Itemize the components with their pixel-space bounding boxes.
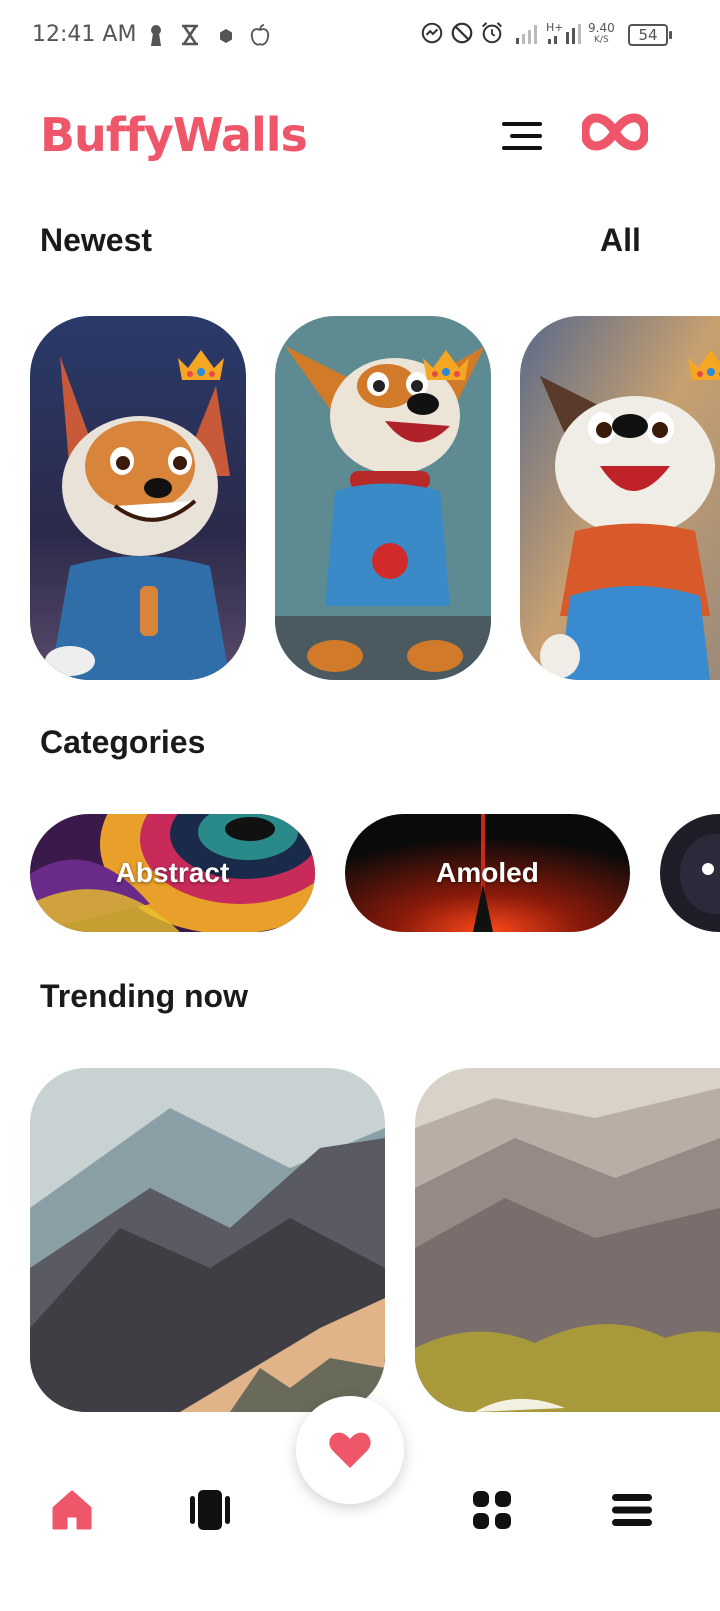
net-speed-unit: K/S bbox=[594, 35, 609, 45]
category-label: Abstract bbox=[115, 857, 230, 888]
see-all-button[interactable]: All bbox=[600, 222, 641, 259]
sync-icon bbox=[421, 22, 443, 44]
keyhole-icon bbox=[151, 25, 161, 46]
status-bar: 12:41 AM H+ 9.40 K/S 54 bbox=[0, 0, 720, 72]
category-thumbnail bbox=[660, 814, 720, 932]
svg-text:H+: H+ bbox=[546, 21, 564, 34]
favorites-button[interactable] bbox=[296, 1396, 404, 1504]
section-title-categories: Categories bbox=[40, 724, 206, 760]
section-title-trending: Trending now bbox=[40, 978, 248, 1014]
menu-icon[interactable] bbox=[498, 116, 546, 156]
battery-indicator: 54 bbox=[628, 24, 672, 46]
alarm-icon bbox=[482, 22, 502, 44]
category-item[interactable] bbox=[660, 814, 720, 932]
more-icon[interactable] bbox=[610, 1488, 654, 1532]
hourglass-icon bbox=[182, 24, 198, 46]
mountain-wallpaper-2 bbox=[415, 1068, 720, 1412]
status-time: 12:41 AM bbox=[32, 22, 137, 47]
signal-icon bbox=[516, 25, 537, 44]
trending-card[interactable] bbox=[415, 1068, 720, 1412]
apple-icon bbox=[250, 24, 270, 46]
trending-card[interactable] bbox=[30, 1068, 385, 1412]
hplus-signal-icon: H+ bbox=[546, 21, 581, 44]
mountain-wallpaper-1 bbox=[30, 1068, 385, 1412]
favorites-icon bbox=[329, 1432, 371, 1468]
net-speed: 9.40 K/S bbox=[588, 22, 615, 46]
category-amoled[interactable]: Amoled bbox=[345, 814, 630, 932]
infinity-icon[interactable] bbox=[582, 108, 648, 156]
net-speed-value: 9.40 bbox=[588, 21, 615, 35]
premium-crown-icon bbox=[423, 350, 469, 380]
categories-icon[interactable] bbox=[470, 1488, 514, 1532]
app-title: BuffyWalls bbox=[40, 108, 308, 162]
premium-crown-icon bbox=[178, 350, 224, 380]
do-not-disturb-icon bbox=[451, 22, 473, 44]
home-icon[interactable] bbox=[50, 1488, 94, 1532]
premium-crown-icon bbox=[688, 350, 720, 380]
section-title-newest: Newest bbox=[40, 222, 153, 258]
wallpaper-card[interactable] bbox=[275, 316, 491, 680]
wallpapers-icon[interactable] bbox=[188, 1488, 232, 1532]
category-abstract[interactable]: Abstract bbox=[30, 814, 315, 932]
category-label: Amoled bbox=[436, 857, 539, 888]
wallpaper-card[interactable] bbox=[520, 316, 720, 680]
wallpaper-card[interactable] bbox=[30, 316, 246, 680]
hexagon-icon bbox=[220, 29, 232, 43]
